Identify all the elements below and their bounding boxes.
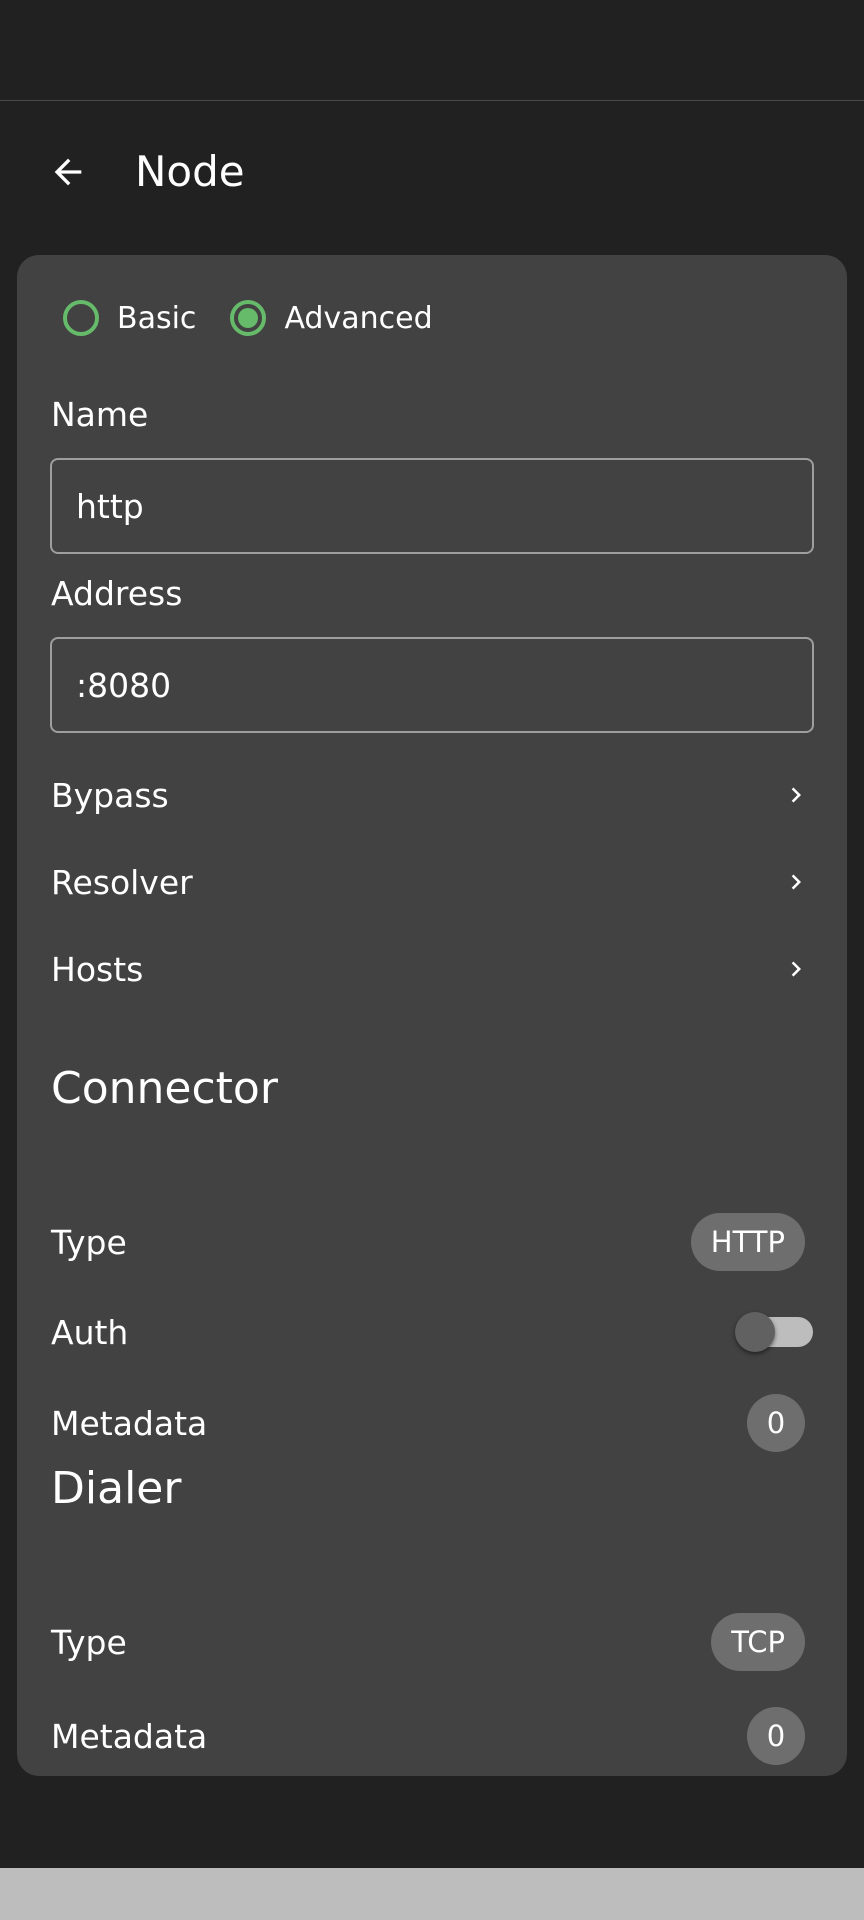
chevron-right-icon — [781, 867, 811, 897]
radio-checked-icon — [230, 300, 267, 336]
page-title: Node — [135, 147, 245, 196]
arrow-back-icon — [54, 158, 82, 186]
connector-type-chip[interactable]: HTTP — [690, 1213, 805, 1271]
bypass-item[interactable]: Bypass — [17, 752, 847, 838]
connector-type-label: Type — [51, 1222, 127, 1262]
radio-advanced-label: Advanced — [284, 300, 433, 336]
connector-metadata-row: Metadata 0 — [17, 1383, 847, 1463]
name-label: Name — [51, 395, 149, 434]
app-bar: Node — [0, 102, 864, 238]
dialer-metadata-count-chip[interactable]: 0 — [747, 1707, 805, 1765]
mode-radio-group: Basic Advanced — [63, 300, 467, 336]
resolver-label: Resolver — [51, 862, 193, 902]
navigation-bar — [0, 1868, 864, 1920]
dialer-metadata-row: Metadata 0 — [17, 1696, 847, 1776]
dialer-section-title: Dialer — [51, 1463, 182, 1514]
connector-auth-label: Auth — [51, 1312, 129, 1352]
dialer-type-row: Type TCP — [17, 1602, 847, 1682]
chevron-right-icon — [781, 780, 811, 810]
radio-basic-label: Basic — [117, 300, 197, 336]
radio-basic[interactable]: Basic — [63, 300, 196, 336]
status-bar — [0, 0, 864, 101]
hosts-item[interactable]: Hosts — [17, 926, 847, 1012]
dialer-type-label: Type — [51, 1622, 127, 1662]
connector-metadata-label: Metadata — [51, 1403, 208, 1443]
back-button[interactable] — [40, 144, 96, 200]
connector-section-title: Connector — [51, 1063, 278, 1114]
connector-type-row: Type HTTP — [17, 1202, 847, 1282]
connector-metadata-count-chip[interactable]: 0 — [747, 1394, 805, 1452]
name-input[interactable] — [50, 458, 814, 554]
connector-auth-row: Auth — [17, 1292, 847, 1372]
auth-toggle[interactable] — [735, 1312, 813, 1352]
resolver-item[interactable]: Resolver — [17, 839, 847, 925]
address-label: Address — [51, 574, 183, 613]
hosts-label: Hosts — [51, 949, 144, 989]
dialer-metadata-label: Metadata — [51, 1716, 208, 1756]
radio-advanced[interactable]: Advanced — [230, 300, 433, 336]
address-input[interactable] — [50, 637, 814, 733]
chevron-right-icon — [781, 954, 811, 984]
radio-unchecked-icon — [63, 300, 99, 336]
bypass-label: Bypass — [51, 775, 169, 815]
node-settings-card: Basic Advanced Name Address Bypass Resol… — [17, 255, 847, 1776]
dialer-type-chip[interactable]: TCP — [711, 1613, 805, 1671]
